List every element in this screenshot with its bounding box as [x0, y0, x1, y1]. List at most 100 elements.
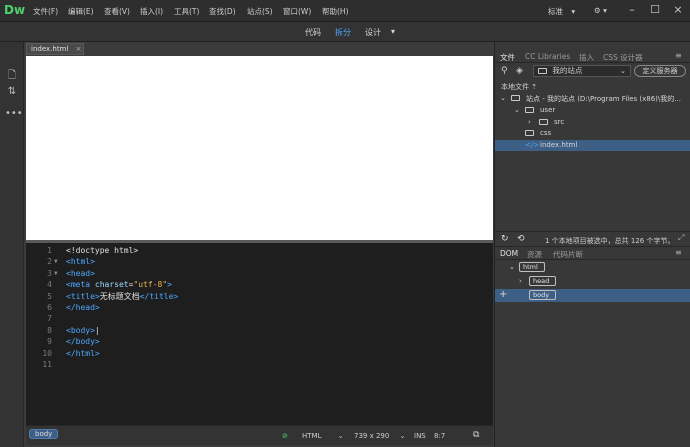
code-text: </body>: [66, 336, 100, 347]
code-line[interactable]: 6 </head>: [26, 302, 493, 313]
local-files-header[interactable]: 本地文件 ⇡: [501, 82, 537, 92]
menu-file[interactable]: 文件(F): [33, 6, 58, 17]
language-select[interactable]: HTML ⌄: [302, 432, 344, 440]
expand-arrow-icon[interactable]: ›: [528, 118, 531, 126]
workspace-label: 标准: [548, 7, 563, 16]
code-line[interactable]: 11: [26, 359, 493, 370]
menu-help[interactable]: 帮助(H): [322, 6, 349, 17]
define-server-button[interactable]: 定义服务器: [634, 65, 686, 77]
sync-settings-button[interactable]: ⚙ ▾: [594, 6, 607, 15]
maximize-button[interactable]: ☐: [645, 2, 665, 18]
code-token: </head>: [66, 303, 100, 312]
dom-node-row[interactable]: + body: [495, 289, 690, 302]
line-number: 2: [47, 257, 52, 267]
close-icon[interactable]: ×: [76, 45, 82, 53]
file-tree-label: 站点 - 我的站点 (D:\Program Files (x86)\我的...: [526, 95, 681, 103]
code-line[interactable]: 8 <body>|: [26, 325, 493, 336]
tag-selector[interactable]: body: [29, 429, 59, 439]
check-icon: ⊘: [282, 432, 288, 440]
menu-edit[interactable]: 编辑(E): [68, 6, 94, 17]
code-line[interactable]: 3 ▼ <head>: [26, 268, 493, 279]
menu-view[interactable]: 查看(V): [104, 6, 130, 17]
menu-site[interactable]: 站点(S): [247, 6, 273, 17]
panel-menu-icon[interactable]: ≡: [675, 248, 682, 257]
fold-toggle-icon[interactable]: ▼: [54, 256, 58, 267]
file-tree-item[interactable]: ⌄ user: [495, 105, 690, 116]
code-line[interactable]: 5 <title>无标题文档</title>: [26, 291, 493, 302]
expand-arrow-icon[interactable]: ›: [519, 277, 522, 285]
code-view-button[interactable]: 代码: [305, 27, 321, 38]
status-bar: body ⊘ HTML ⌄ 739 x 290 ⌄ INS 8:7 ⧉: [26, 425, 493, 445]
design-view[interactable]: [26, 56, 493, 240]
code-text: <!doctype html>: [66, 245, 138, 256]
code-text: </html>: [66, 348, 100, 359]
dom-node-row[interactable]: › head: [495, 275, 690, 288]
file-management-icon[interactable]: ⇅: [5, 86, 19, 98]
split-view-button[interactable]: 拆分: [335, 27, 351, 38]
left-toolbar: 🗋 ⇅ •••: [0, 42, 24, 447]
folder-icon: [525, 130, 534, 137]
preview-icon[interactable]: ⧉: [473, 430, 479, 440]
tab-dom[interactable]: DOM: [500, 249, 518, 258]
panel-menu-icon[interactable]: ≡: [675, 51, 682, 60]
workspace-switcher[interactable]: 标准 ▾: [548, 6, 575, 17]
dom-node-html[interactable]: html: [519, 262, 545, 272]
expand-icon[interactable]: ⤢: [678, 233, 684, 243]
refresh-icon[interactable]: ↻: [501, 234, 509, 244]
code-line[interactable]: 2 ▼ <html>: [26, 256, 493, 267]
code-token: charset: [94, 280, 129, 290]
minimize-button[interactable]: –: [622, 2, 642, 18]
sync-icon[interactable]: ⟲: [517, 234, 525, 244]
insert-mode[interactable]: INS: [414, 432, 426, 440]
code-line[interactable]: 1 <!doctype html>: [26, 245, 493, 256]
window-size-select[interactable]: 739 x 290 ⌄: [354, 432, 405, 440]
tab-cc-libraries[interactable]: CC Libraries: [525, 52, 570, 61]
menu-insert[interactable]: 插入(I): [140, 6, 163, 17]
folder-icon: [538, 68, 547, 74]
code-token: <!doctype html>: [66, 246, 139, 255]
document-tab[interactable]: index.html ×: [26, 43, 84, 55]
line-number: 10: [42, 348, 52, 358]
chevron-down-icon[interactable]: ▾: [391, 27, 395, 36]
line-number: 7: [47, 314, 52, 324]
expand-arrow-icon[interactable]: ⌄: [514, 106, 520, 114]
folder-icon: [525, 106, 534, 113]
site-select[interactable]: 我的站点 ⌄: [533, 65, 631, 77]
file-tree: ⌄ 站点 - 我的站点 (D:\Program Files (x86)\我的...…: [495, 93, 690, 153]
code-token: <head>: [66, 268, 95, 278]
fold-toggle-icon[interactable]: ▼: [54, 268, 58, 279]
code-line[interactable]: 9 </body>: [26, 336, 493, 347]
menu-find[interactable]: 查找(D): [209, 6, 236, 17]
design-view-button[interactable]: 设计: [365, 27, 381, 38]
tag-selector-body[interactable]: body: [29, 429, 59, 439]
expand-arrow-icon[interactable]: ⌄: [500, 94, 506, 102]
code-editor[interactable]: 1 <!doctype html> 2 ▼ <html> 3 ▼ <head> 4 <meta c…: [26, 243, 493, 425]
line-number: 6: [47, 303, 52, 312]
menu-tools[interactable]: 工具(T): [174, 6, 199, 17]
file-tree-item[interactable]: ⌄ 站点 - 我的站点 (D:\Program Files (x86)\我的...: [495, 93, 690, 104]
expand-arrow-icon[interactable]: ⌄: [509, 263, 515, 271]
connect-icon[interactable]: ⚲: [501, 66, 508, 76]
line-number: 5: [47, 291, 52, 301]
dom-node-head[interactable]: head: [529, 276, 557, 286]
menu-window[interactable]: 窗口(W): [283, 6, 311, 17]
git-icon[interactable]: ◈: [516, 66, 523, 76]
code-line[interactable]: 10 </html>: [26, 348, 493, 359]
file-tree-item[interactable]: css: [495, 128, 690, 139]
file-tree-item[interactable]: › src: [495, 117, 690, 128]
code-line[interactable]: 7: [26, 313, 493, 324]
file-tree-item[interactable]: </> index.html: [495, 140, 690, 152]
dreamweaver-logo: Dw: [4, 3, 26, 17]
add-element-icon[interactable]: +: [499, 289, 507, 300]
code-line[interactable]: 4 <meta charset="utf-8">: [26, 279, 493, 290]
new-document-icon[interactable]: 🗋: [5, 68, 19, 81]
more-options-icon[interactable]: •••: [5, 108, 23, 120]
divider: [495, 259, 690, 260]
folder-icon: [511, 95, 520, 101]
chevron-down-icon: ▾: [603, 6, 607, 15]
close-button[interactable]: ×: [668, 2, 688, 18]
dom-node-row[interactable]: ⌄ html: [495, 261, 690, 274]
dom-node-body[interactable]: body: [529, 290, 557, 300]
code-token: <html>: [66, 257, 95, 267]
code-text: <head>: [66, 268, 95, 279]
